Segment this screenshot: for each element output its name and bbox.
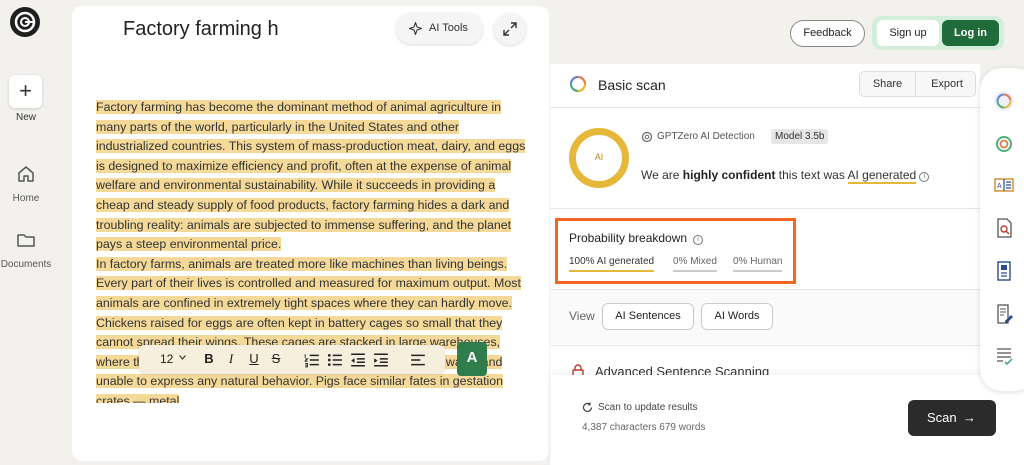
top-bar: Feedback Sign up Log in	[550, 0, 1024, 64]
strikethrough-icon[interactable]: S	[268, 351, 284, 367]
expand-button[interactable]	[494, 13, 526, 45]
ai-sentences-button[interactable]: AI Sentences	[602, 303, 694, 330]
expand-icon	[503, 22, 517, 36]
scan-footer: Scan to update results 4,387 characters …	[551, 375, 1024, 465]
verdict-result: AI generated	[847, 168, 917, 184]
tool-strip: A	[980, 68, 1024, 391]
sparkle-icon	[409, 22, 422, 35]
ai-tools-label: AI Tools	[429, 22, 468, 34]
svg-text:A: A	[997, 183, 1002, 190]
probability-title: Probability breakdown i	[569, 231, 704, 245]
prob-human: 0% Human	[733, 256, 783, 272]
align-left-icon[interactable]	[410, 352, 426, 368]
plagiarism-tool-icon[interactable]	[993, 217, 1015, 239]
chevron-down-icon[interactable]	[179, 355, 186, 360]
export-button[interactable]: Export	[917, 72, 977, 96]
verdict-text: We are highly confident this text was AI…	[641, 168, 930, 184]
new-label: New	[15, 112, 36, 123]
view-options: View AI Sentences AI Words	[550, 289, 980, 344]
document-report-icon[interactable]	[993, 260, 1015, 282]
feedback-button[interactable]: Feedback	[790, 20, 865, 47]
grammar-check-button[interactable]: A	[457, 342, 487, 376]
home-icon[interactable]	[15, 163, 37, 185]
log-in-button[interactable]: Log in	[942, 20, 999, 46]
refresh-icon	[582, 402, 593, 412]
prob-mixed: 0% Mixed	[673, 256, 717, 272]
edit-document-icon[interactable]	[993, 303, 1015, 325]
sign-up-button[interactable]: Sign up	[877, 20, 939, 46]
ai-sentence[interactable]: In factory farms, animals are treated mo…	[96, 256, 508, 271]
gptzero-small-icon	[641, 131, 653, 143]
gptzero-logo-icon[interactable]	[10, 7, 40, 37]
scan-button-label: Scan	[927, 410, 957, 425]
home-label[interactable]: Home	[0, 193, 52, 204]
probability-title-text: Probability breakdown	[569, 231, 688, 245]
arrow-right-icon: →	[963, 410, 976, 425]
probability-breakdown: Probability breakdown i 100% AI generated…	[555, 218, 796, 284]
ai-source-tool-icon[interactable]	[993, 133, 1015, 155]
ai-words-button[interactable]: AI Words	[701, 303, 773, 330]
verdict-prefix: We are	[641, 168, 683, 182]
folder-icon[interactable]	[15, 229, 37, 251]
checklist-icon[interactable]	[993, 345, 1015, 367]
underline-icon[interactable]: U	[246, 351, 262, 367]
share-button[interactable]: Share	[860, 72, 916, 96]
verdict-middle: this text was	[775, 168, 848, 182]
scan-title: Basic scan	[598, 77, 666, 93]
info-icon[interactable]: i	[919, 172, 930, 182]
documents-label[interactable]: Documents	[0, 259, 52, 270]
font-size-select[interactable]: 12	[160, 352, 173, 366]
paragraph-2: In factory farms, animals are treated mo…	[96, 255, 526, 403]
new-document-button[interactable]: +	[9, 75, 42, 108]
scan-status-icon	[569, 75, 587, 93]
ai-scan-tool-icon[interactable]	[993, 90, 1015, 112]
model-badge: Model 3.5b	[771, 129, 829, 144]
view-label: View	[569, 309, 595, 323]
detection-result: AI GPTZero AI Detection Model 3.5b We ar…	[550, 109, 980, 209]
italic-icon[interactable]: I	[223, 351, 239, 367]
paragraph-1: Factory farming has become the dominant …	[96, 98, 526, 255]
formatting-toolbar: 12 B I U S	[139, 345, 445, 373]
character-word-count: 4,387 characters 679 words	[582, 422, 706, 433]
detector-label: GPTZero AI Detection	[657, 131, 755, 142]
editor-card: Factory farming h AI Tools Factory farmi…	[72, 6, 549, 461]
plus-icon: +	[19, 78, 32, 103]
document-title[interactable]: Factory farming h	[123, 18, 336, 41]
grammar-check-icon: A	[466, 349, 478, 366]
prob-ai-generated: 100% AI generated	[569, 256, 655, 272]
scan-button[interactable]: Scan →	[908, 400, 996, 436]
info-icon[interactable]: i	[693, 235, 704, 245]
citation-tool-icon[interactable]: A	[993, 174, 1015, 196]
ai-score-ring: AI	[569, 128, 629, 188]
scan-header: Basic scan Share Export	[550, 64, 980, 108]
left-rail: + New Home Documents	[0, 0, 58, 465]
update-hint: Scan to update results	[598, 402, 698, 413]
bullet-list-icon[interactable]	[327, 352, 343, 368]
auth-buttons: Sign up Log in	[872, 16, 1004, 50]
ai-score-label: AI	[594, 152, 604, 162]
numbered-list-icon[interactable]	[304, 352, 320, 368]
indent-icon[interactable]	[373, 352, 389, 368]
verdict-confidence: highly confident	[682, 168, 776, 182]
outdent-icon[interactable]	[350, 352, 366, 368]
share-export-group: Share Export	[859, 71, 976, 97]
bold-icon[interactable]: B	[201, 351, 217, 367]
ai-tools-button[interactable]: AI Tools	[396, 13, 483, 44]
ai-sentence[interactable]: Every part of their lives is controlled …	[96, 276, 491, 291]
